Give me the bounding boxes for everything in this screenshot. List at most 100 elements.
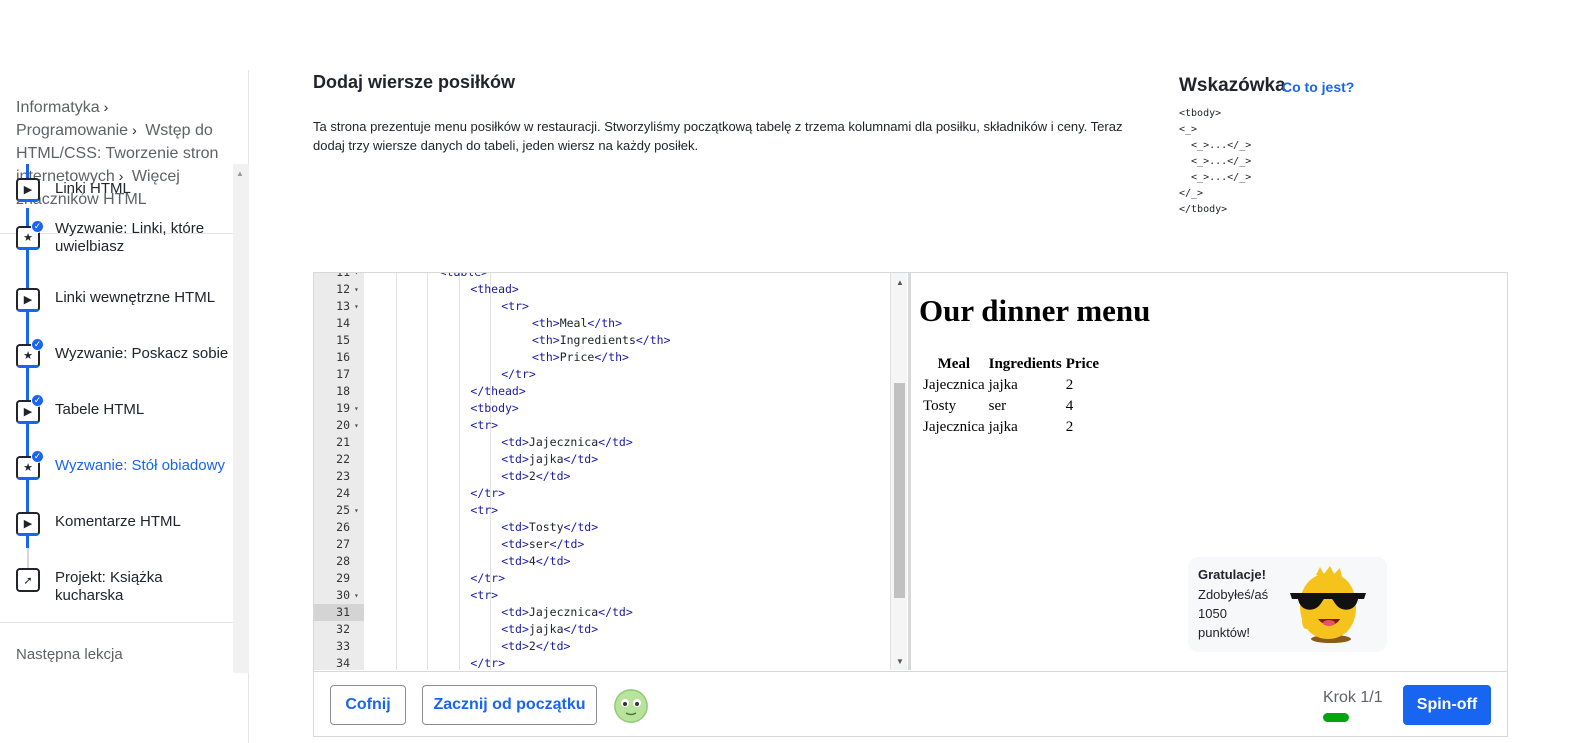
sidebar-item-label: Projekt: Książka kucharska xyxy=(55,569,163,604)
table-row: Tosty ser 4 xyxy=(922,397,1100,416)
sidebar-item-dinner-table-challenge[interactable]: ★ ✓ Wyzwanie: Stół obiadowy xyxy=(0,444,233,500)
code-text: <th>Ingredients</th> xyxy=(532,333,671,347)
fold-arrow-icon[interactable]: ▾ xyxy=(354,298,359,315)
table-cell: Jajecznica xyxy=(923,377,985,393)
code-text: <td>ser</td> xyxy=(501,537,585,551)
next-lesson-link[interactable]: Następna lekcja xyxy=(16,646,123,663)
code-line[interactable]: 34 </tr> xyxy=(314,655,906,670)
line-number: 29 xyxy=(336,571,350,585)
restart-button[interactable]: Zacznij od początku xyxy=(422,685,597,725)
play-icon: ▶ xyxy=(16,512,40,536)
sidebar-scrollbar[interactable]: ▲ xyxy=(233,164,249,673)
hint-what-is-this-link[interactable]: Co to jest? xyxy=(1282,79,1354,95)
line-number: 31 xyxy=(336,605,350,619)
sunglasses-mascot-icon xyxy=(1290,566,1366,643)
line-number: 20 xyxy=(336,418,350,432)
code-line[interactable]: 25 ▾ <tr> xyxy=(314,502,906,519)
breadcrumb-item-programming[interactable]: Programowanie xyxy=(16,122,128,139)
code-line[interactable]: 32 <td>jajka</td> xyxy=(314,621,906,638)
line-number: 14 xyxy=(336,316,350,330)
sidebar-item-cookbook-project[interactable]: ➚ Projekt: Książka kucharska xyxy=(0,556,233,612)
sidebar-divider xyxy=(0,622,233,623)
code-line[interactable]: 23 <td>2</td> xyxy=(314,468,906,485)
code-line[interactable]: 22 <td>jajka</td> xyxy=(314,451,906,468)
fold-arrow-icon[interactable]: ▾ xyxy=(354,587,359,604)
code-text: <td>jajka</td> xyxy=(501,622,599,636)
code-editor[interactable]: 11 ▾ <table> 12 ▾ <thead> 13 ▾ <tr> 14 <th>Meal</t… xyxy=(314,273,906,670)
code-line[interactable]: 18 </thead> xyxy=(314,383,906,400)
preview-heading: Our dinner menu xyxy=(919,293,1151,328)
code-text: <td>Jajecznica</td> xyxy=(501,435,633,449)
fold-arrow-icon[interactable]: ▾ xyxy=(354,281,359,298)
scroll-up-icon[interactable]: ▲ xyxy=(236,169,244,178)
sidebar-item-links-challenge[interactable]: ★ ✓ Wyzwanie: Linki, które uwielbiasz xyxy=(0,212,233,276)
line-number: 17 xyxy=(336,367,350,381)
code-line[interactable]: 21 <td>Jajecznica</td> xyxy=(314,434,906,451)
step-progress-bar xyxy=(1323,713,1349,722)
code-line[interactable]: 14 <th>Meal</th> xyxy=(314,315,906,332)
code-text: </thead> xyxy=(470,384,526,398)
line-number: 27 xyxy=(336,537,350,551)
code-text: <td>2</td> xyxy=(501,469,571,483)
code-text: <tr> xyxy=(470,588,499,602)
code-line[interactable]: 20 ▾ <tr> xyxy=(314,417,906,434)
line-number: 18 xyxy=(336,384,350,398)
code-line[interactable]: 33 <td>2</td> xyxy=(314,638,906,655)
sidebar-item-jump-challenge[interactable]: ★ ✓ Wyzwanie: Poskacz sobie xyxy=(0,332,233,388)
sidebar-item-internal-links[interactable]: ▶ Linki wewnętrzne HTML xyxy=(0,276,233,332)
sidebar-item-label: Linki wewnętrzne HTML xyxy=(55,289,216,306)
breadcrumb-separator: › xyxy=(132,122,137,138)
code-line[interactable]: 30 ▾ <tr> xyxy=(314,587,906,604)
code-line[interactable]: 19 ▾ <tbody> xyxy=(314,400,906,417)
play-icon: ▶ xyxy=(16,178,40,202)
sidebar-item-label: Tabele HTML xyxy=(55,401,145,418)
sidebar-item-html-tables[interactable]: ▶ ✓ Tabele HTML xyxy=(0,388,233,444)
breadcrumb-item-computing[interactable]: Informatyka xyxy=(16,99,100,116)
step-indicator: Krok 1/1 xyxy=(1323,689,1383,706)
scroll-up-icon[interactable]: ▲ xyxy=(896,278,904,287)
undo-button[interactable]: Cofnij xyxy=(330,685,406,725)
code-line[interactable]: 29 </tr> xyxy=(314,570,906,587)
hint-code: <tbody> <_> <_>...</_> <_>...</_> <_>...… xyxy=(1179,108,1252,215)
line-number: 12 xyxy=(336,282,350,296)
code-text: <tr> xyxy=(470,503,499,517)
code-line[interactable]: 16 <th>Price</th> xyxy=(314,349,906,366)
breadcrumb-separator: › xyxy=(103,99,109,115)
table-cell: 2 xyxy=(1065,377,1074,393)
line-number: 16 xyxy=(336,350,350,364)
code-line[interactable]: 28 <td>4</td> xyxy=(314,553,906,570)
line-number: 23 xyxy=(336,469,350,483)
code-line[interactable]: 15 <th>Ingredients</th> xyxy=(314,332,906,349)
editor-scrollbar-thumb[interactable] xyxy=(894,383,905,598)
code-line[interactable]: 26 <td>Tosty</td> xyxy=(314,519,906,536)
table-cell: Tosty xyxy=(923,398,957,414)
code-text: <tr> xyxy=(470,418,499,432)
scroll-down-icon[interactable]: ▼ xyxy=(896,657,904,666)
code-text: <th>Price</th> xyxy=(532,350,629,364)
line-number: 33 xyxy=(336,639,350,653)
code-line[interactable]: 24 </tr> xyxy=(314,485,906,502)
sidebar-item-html-comments[interactable]: ▶ Komentarze HTML xyxy=(0,500,233,556)
line-number: 24 xyxy=(336,486,350,500)
spinoff-button[interactable]: Spin-off xyxy=(1403,685,1491,725)
editor-scrollbar[interactable]: ▲ ▼ xyxy=(890,273,907,670)
code-line[interactable]: 13 ▾ <tr> xyxy=(314,298,906,315)
code-line[interactable]: 17 </tr> xyxy=(314,366,906,383)
toast-title: Gratulacje! xyxy=(1198,567,1266,582)
fold-arrow-icon[interactable]: ▾ xyxy=(354,502,359,519)
line-number: 28 xyxy=(336,554,350,568)
code-text: <td>jajka</td> xyxy=(501,452,599,466)
table-row: Jajecznica jajka 2 xyxy=(922,418,1100,437)
sidebar-item-html-links[interactable]: ▶ Linki HTML xyxy=(0,164,233,212)
check-icon: ✓ xyxy=(31,450,44,463)
code-line[interactable]: 27 <td>ser</td> xyxy=(314,536,906,553)
fold-arrow-icon[interactable]: ▾ xyxy=(354,273,359,281)
code-text: <tbody> xyxy=(470,401,519,415)
check-icon: ✓ xyxy=(31,338,44,351)
fold-arrow-icon[interactable]: ▾ xyxy=(354,400,359,417)
fold-arrow-icon[interactable]: ▾ xyxy=(354,417,359,434)
code-line[interactable]: 12 ▾ <thead> xyxy=(314,281,906,298)
hint-mascot-icon[interactable] xyxy=(612,688,650,724)
code-line[interactable]: 31 <td>Jajecznica</td> xyxy=(314,604,906,621)
code-line[interactable]: 11 ▾ <table> xyxy=(314,273,906,281)
